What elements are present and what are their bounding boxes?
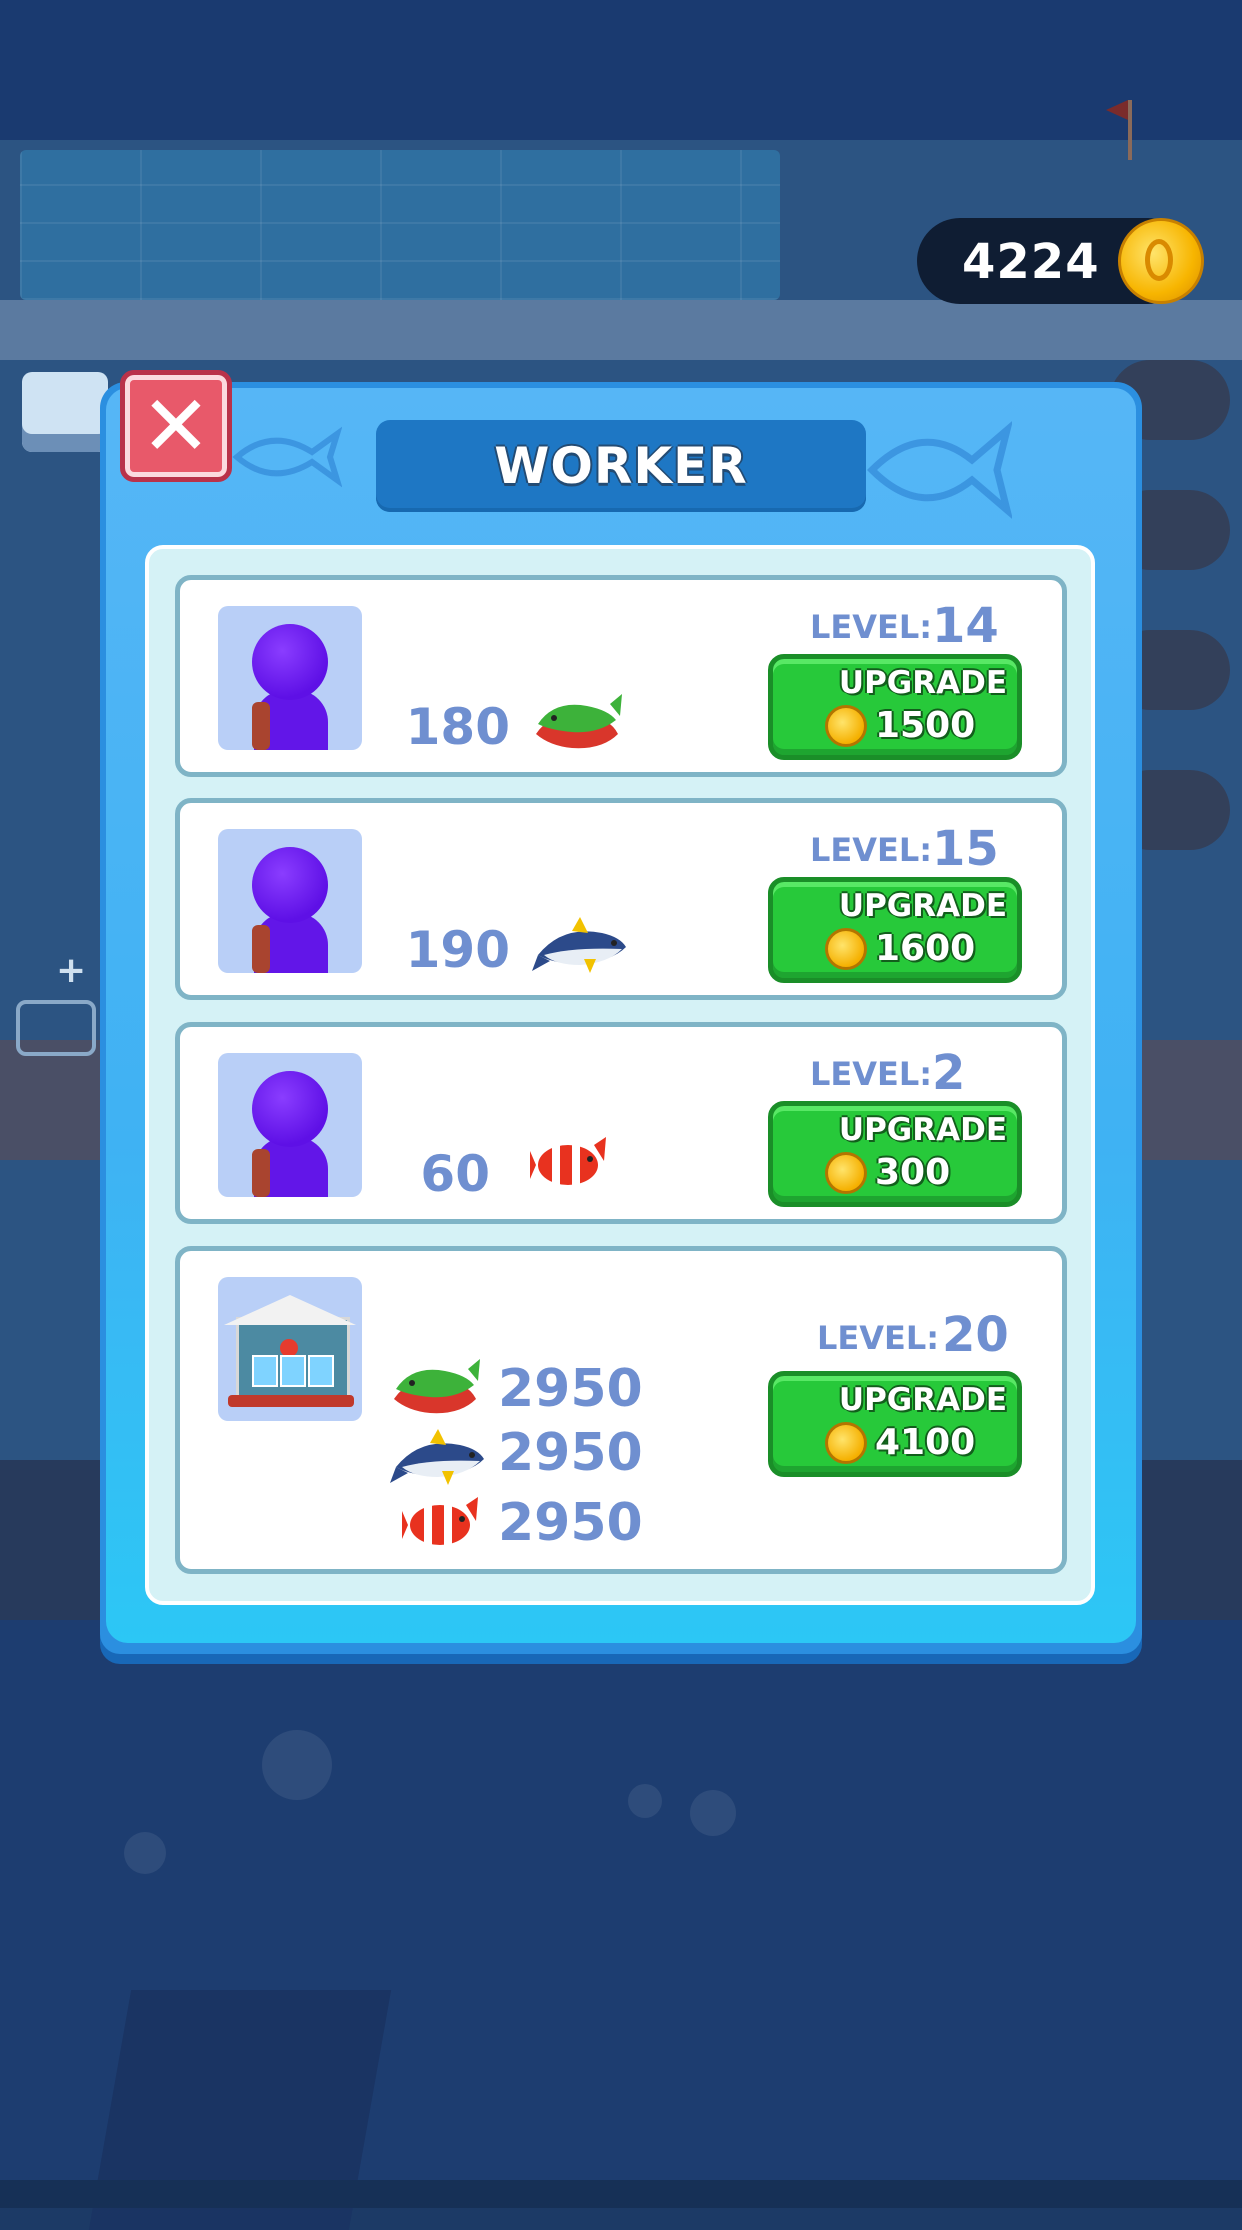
coin-icon (825, 1152, 867, 1194)
clownfish-icon (402, 1491, 480, 1553)
panel-title: WORKER (494, 437, 748, 495)
worker-row: 60 LEVEL: 2 UPGRADE 300 (175, 1022, 1067, 1224)
plus-icon: + (56, 950, 87, 991)
background-bubble (690, 1790, 736, 1836)
ice-cube-icon (22, 372, 108, 452)
background-sky (0, 0, 1242, 140)
level-label: LEVEL: (810, 1055, 933, 1093)
house-icon (218, 1277, 362, 1421)
upgrade-button[interactable]: UPGRADE 1600 (768, 877, 1022, 983)
flag-icon (1106, 100, 1132, 160)
green-fish-icon (532, 690, 624, 754)
worker-avatar-icon (218, 829, 362, 973)
worker-row: 180 LEVEL: 14 UPGRADE 1500 (175, 575, 1067, 777)
upgrade-cost: 1500 (875, 705, 976, 746)
tuna-fish-icon (532, 911, 632, 977)
close-button[interactable]: ✕ (120, 370, 232, 482)
upgrade-label: UPGRADE (838, 888, 1007, 924)
worker-capacity: 180 (405, 698, 510, 756)
house-capacity-green: 2950 (498, 1359, 643, 1419)
worker-capacity: 60 (420, 1145, 490, 1203)
level-label: LEVEL: (810, 831, 933, 869)
green-fish-icon (390, 1355, 482, 1419)
coin-icon (825, 928, 867, 970)
coin-icon (825, 705, 867, 747)
background-bubble (124, 1832, 166, 1874)
house-capacity-clownfish: 2950 (498, 1493, 643, 1553)
video-ad-icon[interactable] (16, 1000, 96, 1056)
coin-icon (1118, 218, 1204, 304)
level-value: 15 (932, 821, 999, 877)
upgrade-button[interactable]: UPGRADE 4100 (768, 1371, 1022, 1477)
background-pool (20, 150, 780, 300)
coin-count: 4224 (962, 234, 1100, 290)
background-bubble (628, 1784, 662, 1818)
upgrade-cost: 300 (875, 1152, 951, 1193)
upgrade-button[interactable]: UPGRADE 300 (768, 1101, 1022, 1207)
upgrade-label: UPGRADE (838, 1112, 1007, 1148)
upgrade-label: UPGRADE (838, 665, 1007, 701)
upgrade-cost: 4100 (875, 1422, 976, 1463)
coin-icon (825, 1422, 867, 1464)
background-bubble (262, 1730, 332, 1800)
background-bottom-bar (0, 2180, 1242, 2208)
upgrade-button[interactable]: UPGRADE 1500 (768, 654, 1022, 760)
level-label: LEVEL: (810, 608, 933, 646)
worker-row: 190 LEVEL: 15 UPGRADE 1600 (175, 798, 1067, 1000)
level-label: LEVEL: (817, 1319, 940, 1357)
level-value: 14 (932, 598, 999, 654)
house-capacity-tuna: 2950 (498, 1423, 643, 1483)
upgrade-label: UPGRADE (838, 1382, 1007, 1418)
level-value: 2 (932, 1045, 966, 1101)
level-value: 20 (942, 1307, 1009, 1363)
fish-watermark-icon (862, 410, 1014, 540)
worker-avatar-icon (218, 606, 362, 750)
clownfish-icon (530, 1131, 608, 1193)
house-row: 2950 2950 2950 LEVEL: 20 UPGRADE 4100 (175, 1246, 1067, 1574)
worker-capacity: 190 (405, 921, 510, 979)
upgrade-cost: 1600 (875, 928, 976, 969)
close-icon: ✕ (140, 377, 212, 475)
tuna-fish-icon (390, 1423, 490, 1489)
worker-avatar-icon (218, 1053, 362, 1197)
background-snow-edge (0, 300, 1242, 360)
fish-watermark-icon (232, 392, 343, 512)
